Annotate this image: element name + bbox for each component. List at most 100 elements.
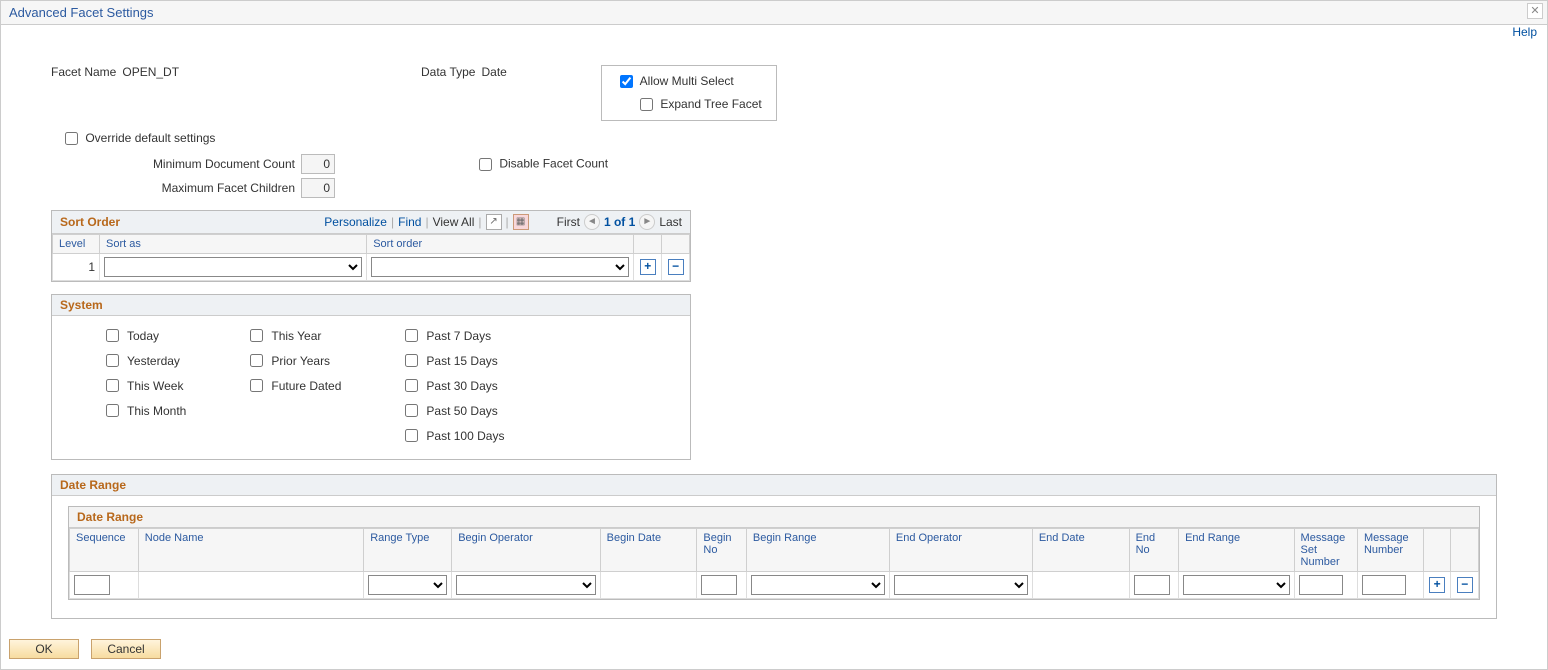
col-node-name[interactable]: Node Name <box>138 529 363 572</box>
node-name-cell <box>138 572 363 599</box>
begin-operator-select[interactable] <box>456 575 595 595</box>
header-row: Facet Name OPEN_DT Data Type Date Allow … <box>51 65 1497 121</box>
end-date-cell <box>1032 572 1129 599</box>
expand-tree-facet-checkbox[interactable] <box>640 98 653 111</box>
date-range-grid: Sequence Node Name Range Type Begin Oper… <box>69 528 1479 599</box>
col-range-type[interactable]: Range Type <box>364 529 452 572</box>
cancel-button[interactable]: Cancel <box>91 639 161 659</box>
allow-multi-select-checkbox[interactable] <box>620 75 633 88</box>
facet-name-label: Facet Name <box>51 65 116 79</box>
col-end-range[interactable]: End Range <box>1179 529 1294 572</box>
sort-order-header: Sort Order Personalize | Find | View All… <box>52 211 690 234</box>
this-month-checkbox[interactable]: This Month <box>102 401 186 420</box>
col-sequence[interactable]: Sequence <box>70 529 139 572</box>
col-begin-range[interactable]: Begin Range <box>746 529 889 572</box>
col-begin-date[interactable]: Begin Date <box>600 529 697 572</box>
past-50-days-checkbox[interactable]: Past 50 Days <box>401 401 504 420</box>
data-type-block: Data Type Date <box>421 65 561 79</box>
this-week-checkbox[interactable]: This Week <box>102 376 186 395</box>
cell-level: 1 <box>53 254 100 281</box>
nav-prev-icon[interactable]: ◄ <box>584 214 600 230</box>
system-col-2: This Year Prior Years Future Dated <box>246 326 341 445</box>
sort-order-toolbar: Personalize | Find | View All | ↗ | ▦ Fi… <box>324 214 682 230</box>
sort-order-title: Sort Order <box>60 215 120 229</box>
dr-delete-row-icon[interactable]: − <box>1457 577 1473 593</box>
dr-add-row-icon[interactable]: + <box>1429 577 1445 593</box>
col-begin-no[interactable]: Begin No <box>697 529 746 572</box>
this-year-checkbox[interactable]: This Year <box>246 326 341 345</box>
col-sort-as[interactable]: Sort as <box>100 235 367 254</box>
end-no-input[interactable] <box>1134 575 1170 595</box>
system-col-1: Today Yesterday This Week This Month <box>102 326 186 445</box>
content: Facet Name OPEN_DT Data Type Date Allow … <box>1 25 1547 629</box>
past-100-days-checkbox[interactable]: Past 100 Days <box>401 426 504 445</box>
system-title: System <box>60 298 103 312</box>
col-sort-order[interactable]: Sort order <box>367 235 634 254</box>
begin-date-cell <box>600 572 697 599</box>
col-end-date[interactable]: End Date <box>1032 529 1129 572</box>
view-all-link[interactable]: View All <box>433 215 475 229</box>
past-7-days-checkbox[interactable]: Past 7 Days <box>401 326 504 345</box>
nav-pager: 1 of 1 <box>604 215 635 229</box>
min-doc-count-input[interactable] <box>301 154 335 174</box>
col-end-no[interactable]: End No <box>1129 529 1178 572</box>
dialog-window: Advanced Facet Settings ✕ Help Facet Nam… <box>0 0 1548 670</box>
past-15-days-checkbox[interactable]: Past 15 Days <box>401 351 504 370</box>
facet-name-value: OPEN_DT <box>122 65 179 79</box>
system-col-3: Past 7 Days Past 15 Days Past 30 Days Pa… <box>401 326 504 445</box>
msg-set-no-input[interactable] <box>1299 575 1343 595</box>
nav-next-icon[interactable]: ► <box>639 214 655 230</box>
facet-name-block: Facet Name OPEN_DT <box>51 65 381 79</box>
close-icon[interactable]: ✕ <box>1527 3 1543 19</box>
nav-last[interactable]: Last <box>659 215 682 229</box>
begin-no-input[interactable] <box>701 575 737 595</box>
disable-facet-count-checkbox[interactable] <box>479 158 492 171</box>
allow-multi-select-label[interactable]: Allow Multi Select <box>616 74 734 88</box>
col-begin-operator[interactable]: Begin Operator <box>452 529 600 572</box>
find-link[interactable]: Find <box>398 215 421 229</box>
yesterday-checkbox[interactable]: Yesterday <box>102 351 186 370</box>
msg-no-input[interactable] <box>1362 575 1406 595</box>
max-facet-children-label: Maximum Facet Children <box>51 181 301 195</box>
disable-facet-count-label[interactable]: Disable Facet Count <box>475 155 608 174</box>
sort-order-grid: Level Sort as Sort order 1 + − <box>52 234 690 281</box>
help-link[interactable]: Help <box>1512 25 1537 39</box>
today-checkbox[interactable]: Today <box>102 326 186 345</box>
personalize-link[interactable]: Personalize <box>324 215 387 229</box>
override-default-label[interactable]: Override default settings <box>61 131 215 145</box>
nav-first[interactable]: First <box>557 215 580 229</box>
range-type-select[interactable] <box>368 575 447 595</box>
prior-years-checkbox[interactable]: Prior Years <box>246 351 341 370</box>
disable-facet-count-text: Disable Facet Count <box>499 156 608 170</box>
end-operator-select[interactable] <box>894 575 1028 595</box>
max-facet-children-input[interactable] <box>301 178 335 198</box>
date-range-panel: Date Range Date Range Sequence Node N <box>51 474 1497 619</box>
sort-order-row: 1 + − <box>53 254 690 281</box>
sort-order-select[interactable] <box>371 257 629 277</box>
window-title: Advanced Facet Settings <box>9 5 154 20</box>
col-msg-set-no[interactable]: Message Set Number <box>1294 529 1357 572</box>
sort-as-select[interactable] <box>104 257 362 277</box>
override-default-checkbox[interactable] <box>65 132 78 145</box>
data-type-value: Date <box>481 65 506 79</box>
col-end-operator[interactable]: End Operator <box>889 529 1032 572</box>
date-range-row: + − <box>70 572 1479 599</box>
zoom-icon[interactable]: ↗ <box>486 214 502 230</box>
begin-range-select[interactable] <box>751 575 885 595</box>
add-row-icon[interactable]: + <box>640 259 656 275</box>
expand-tree-facet-text: Expand Tree Facet <box>660 97 761 111</box>
ok-button[interactable]: OK <box>9 639 79 659</box>
col-msg-no[interactable]: Message Number <box>1357 529 1423 572</box>
col-level[interactable]: Level <box>53 235 100 254</box>
end-range-select[interactable] <box>1183 575 1289 595</box>
delete-row-icon[interactable]: − <box>668 259 684 275</box>
date-range-outer-title: Date Range <box>52 475 1496 496</box>
sequence-input[interactable] <box>74 575 110 595</box>
override-default-text: Override default settings <box>85 131 215 145</box>
future-dated-checkbox[interactable]: Future Dated <box>246 376 341 395</box>
date-range-inner-title: Date Range <box>69 507 1479 528</box>
system-panel: System Today Yesterday This Week This Mo… <box>51 294 691 460</box>
download-icon[interactable]: ▦ <box>513 214 529 230</box>
past-30-days-checkbox[interactable]: Past 30 Days <box>401 376 504 395</box>
expand-tree-facet-label[interactable]: Expand Tree Facet <box>636 97 762 111</box>
